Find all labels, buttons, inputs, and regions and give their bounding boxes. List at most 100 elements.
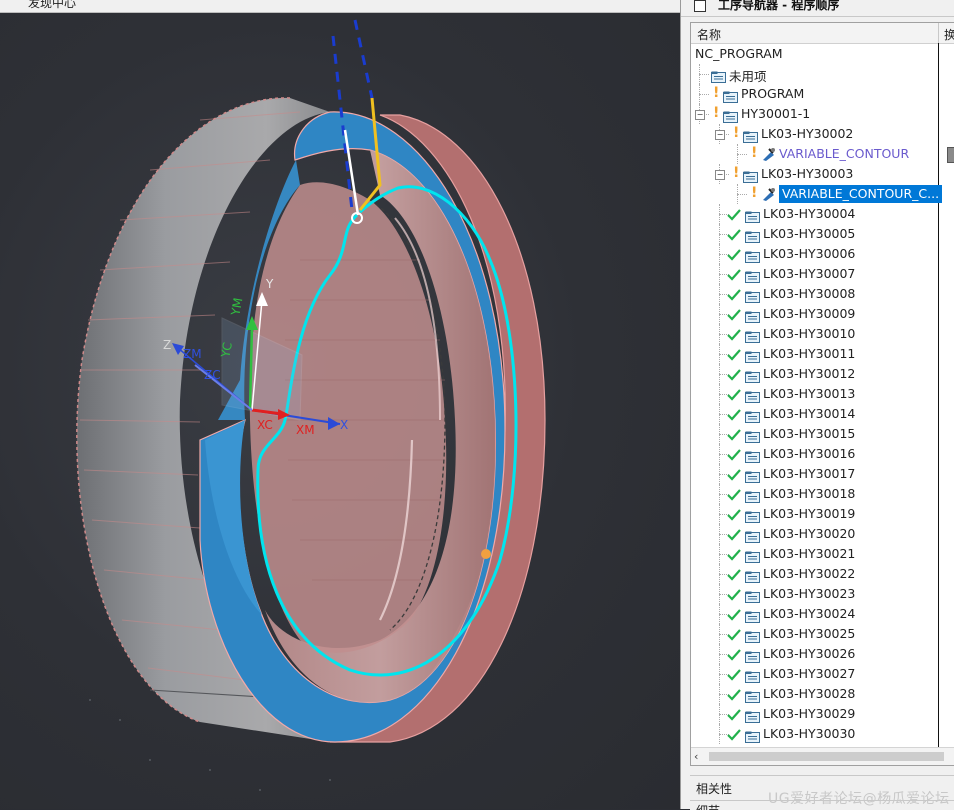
program-group-icon xyxy=(745,368,760,383)
program-group-icon xyxy=(745,708,760,723)
tree-row-label: LK03-HY30027 xyxy=(763,666,856,681)
axis-zc-label: ZC xyxy=(204,368,221,382)
tree-connector xyxy=(699,64,700,84)
complete-check-icon xyxy=(727,667,741,681)
tree-row-label: LK03-HY30022 xyxy=(763,566,856,581)
tree-row[interactable]: LK03-HY30011 xyxy=(691,344,954,364)
tree-row[interactable]: −! LK03-HY30003 xyxy=(691,164,954,184)
tree-row-label: LK03-HY30007 xyxy=(763,266,856,281)
tree-row[interactable]: LK03-HY30019 xyxy=(691,504,954,524)
complete-check-icon xyxy=(727,527,741,541)
tree-row[interactable]: −! LK03-HY30002 xyxy=(691,124,954,144)
complete-check-icon xyxy=(727,207,741,221)
tree-row[interactable]: LK03-HY30023 xyxy=(691,584,954,604)
tree-row[interactable]: LK03-HY30021 xyxy=(691,544,954,564)
collapse-toggle-icon[interactable]: − xyxy=(695,110,705,120)
tree-row[interactable]: LK03-HY30012 xyxy=(691,364,954,384)
program-group-icon xyxy=(745,488,760,503)
program-group-icon xyxy=(743,168,758,183)
operation-tree[interactable]: 名称 换 NC_PROGRAM未用项!PROGRAM−!HY30001-1−!L… xyxy=(690,22,954,766)
tree-row[interactable]: ! VARIABLE_CONTOUR xyxy=(691,144,954,164)
program-group-icon xyxy=(745,388,760,403)
horizontal-scrollbar[interactable]: ‹ xyxy=(691,747,954,765)
tree-connector xyxy=(719,404,720,424)
viewport-tab-title: 发现中心 xyxy=(28,0,77,10)
tree-row[interactable]: LK03-HY30022 xyxy=(691,564,954,584)
graphics-viewport[interactable]: XC XM X ZM ZC Z YM YC Y 发现中心 xyxy=(0,0,680,809)
tree-row-label: LK03-HY30029 xyxy=(763,706,856,721)
program-group-icon xyxy=(745,288,760,303)
tree-row[interactable]: LK03-HY30028 xyxy=(691,684,954,704)
tree-row[interactable]: LK03-HY30020 xyxy=(691,524,954,544)
navigator-pin-checkbox[interactable] xyxy=(694,0,706,12)
tree-row[interactable]: 未用项 xyxy=(691,64,954,84)
tree-row[interactable]: LK03-HY30013 xyxy=(691,384,954,404)
tree-row[interactable]: LK03-HY30004 xyxy=(691,204,954,224)
tree-row[interactable]: LK03-HY30025 xyxy=(691,624,954,644)
column-name-header[interactable]: 名称 xyxy=(697,26,721,43)
warning-status-icon: ! xyxy=(733,125,740,141)
tree-row-label: 未用项 xyxy=(729,69,767,84)
navigator-title: 工序导航器 - 程序顺序 xyxy=(718,0,840,12)
dependencies-panel-title: 相关性 xyxy=(696,782,733,796)
tree-connector xyxy=(719,624,720,644)
watermark: UG爱好者论坛@杨瓜爱论坛 xyxy=(768,791,950,807)
program-group-icon xyxy=(745,448,760,463)
program-group-icon xyxy=(745,228,760,243)
axis-ym-label: YM xyxy=(228,297,245,318)
tree-row[interactable]: ! PROGRAM xyxy=(691,84,954,104)
complete-check-icon xyxy=(727,367,741,381)
program-group-icon xyxy=(745,408,760,423)
collapse-toggle-icon[interactable]: − xyxy=(715,130,725,140)
tree-row[interactable]: LK03-HY30006 xyxy=(691,244,954,264)
collapse-toggle-icon[interactable]: − xyxy=(715,170,725,180)
tree-row-label: LK03-HY30017 xyxy=(763,466,856,481)
warning-status-icon: ! xyxy=(751,145,758,161)
tree-row[interactable]: LK03-HY30027 xyxy=(691,664,954,684)
tree-row[interactable]: LK03-HY30016 xyxy=(691,444,954,464)
tree-row[interactable]: LK03-HY30017 xyxy=(691,464,954,484)
viewport-tab[interactable]: 发现中心 xyxy=(0,0,680,13)
tree-row-label: LK03-HY30024 xyxy=(763,606,856,621)
tree-row-label: LK03-HY30009 xyxy=(763,306,856,321)
tree-row[interactable]: LK03-HY30014 xyxy=(691,404,954,424)
column-tool-change-header[interactable]: 换 xyxy=(944,26,954,43)
tree-row-label: LK03-HY30010 xyxy=(763,326,856,341)
tree-row[interactable]: LK03-HY30029 xyxy=(691,704,954,724)
tree-row[interactable]: LK03-HY30026 xyxy=(691,644,954,664)
tree-row[interactable]: LK03-HY30030 xyxy=(691,724,954,744)
tree-row[interactable]: LK03-HY30009 xyxy=(691,304,954,324)
tree-row[interactable]: NC_PROGRAM xyxy=(691,44,954,64)
tree-connector xyxy=(719,224,720,244)
tree-row[interactable]: LK03-HY30018 xyxy=(691,484,954,504)
tree-row[interactable]: ! VARIABLE_CONTOUR_C... xyxy=(691,184,954,204)
tree-connector xyxy=(719,464,720,484)
tree-connector xyxy=(719,684,720,704)
axis-yc-label: YC xyxy=(218,341,235,359)
complete-check-icon xyxy=(727,387,741,401)
program-group-icon xyxy=(745,628,760,643)
tree-connector xyxy=(699,74,709,75)
program-group-icon xyxy=(745,648,760,663)
tree-row[interactable]: LK03-HY30008 xyxy=(691,284,954,304)
complete-check-icon xyxy=(727,547,741,561)
tree-row-label: LK03-HY30026 xyxy=(763,646,856,661)
tree-row[interactable]: LK03-HY30010 xyxy=(691,324,954,344)
tree-connector xyxy=(719,384,720,404)
part-3d-view[interactable]: XC XM X ZM ZC Z YM YC Y xyxy=(0,0,680,809)
tree-connector xyxy=(719,704,720,724)
scroll-left-icon[interactable]: ‹ xyxy=(694,750,698,763)
tree-connector xyxy=(719,244,720,264)
tree-row[interactable]: LK03-HY30024 xyxy=(691,604,954,624)
navigator-titlebar: 工序导航器 - 程序顺序 xyxy=(681,0,954,17)
scroll-thumb[interactable] xyxy=(709,752,944,761)
tree-connector xyxy=(719,484,720,504)
program-group-icon xyxy=(745,528,760,543)
tree-row[interactable]: LK03-HY30015 xyxy=(691,424,954,444)
tree-row-label: HY30001-1 xyxy=(741,106,811,121)
tree-connector xyxy=(719,724,720,744)
tree-row[interactable]: −! HY30001-1 xyxy=(691,104,954,124)
tree-row[interactable]: LK03-HY30005 xyxy=(691,224,954,244)
tree-row-label: LK03-HY30028 xyxy=(763,686,856,701)
tree-row[interactable]: LK03-HY30007 xyxy=(691,264,954,284)
